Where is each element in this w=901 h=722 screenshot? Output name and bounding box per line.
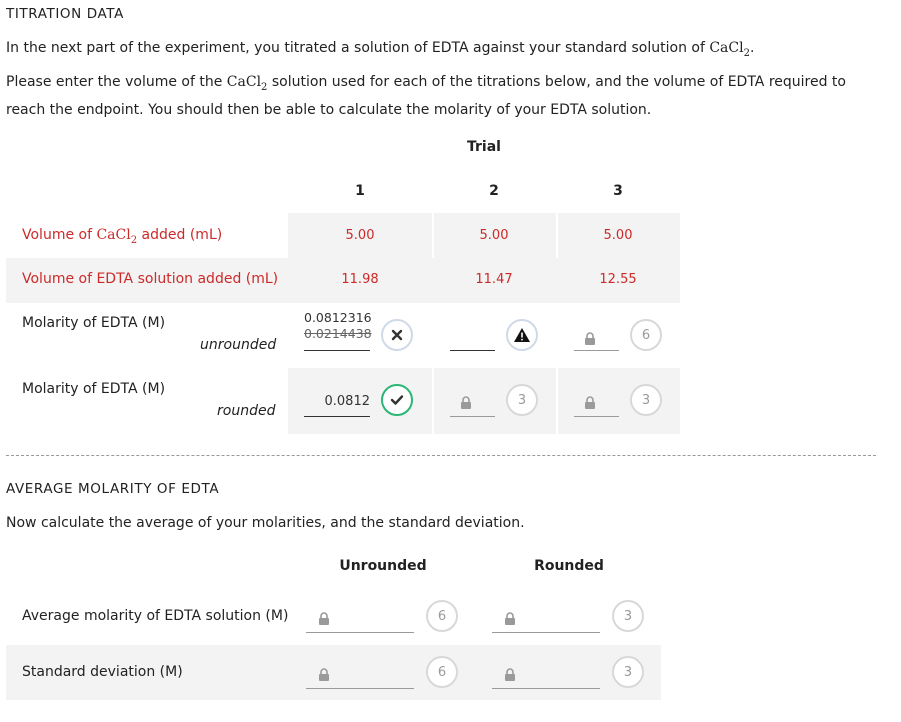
average-intro: Now calculate the average of your molari… (6, 515, 525, 531)
row-label-molarity-rounded: Molarity of EDTA (M) (22, 381, 166, 397)
volume-cacl2-trial-2[interactable]: 5.00 (454, 228, 534, 243)
column-header-rounded: Rounded (534, 558, 604, 574)
attempts-remaining-badge: 3 (612, 600, 644, 632)
lock-icon (319, 668, 329, 681)
row-label-molarity-unrounded: Molarity of EDTA (M) (22, 315, 166, 331)
trial-header: Trial (467, 139, 501, 155)
attempts-remaining-badge: 3 (630, 384, 662, 416)
lock-icon (461, 396, 471, 409)
previous-answer: 0.0214438 (304, 326, 372, 341)
titration-instructions: Please enter the volume of the CaCl2 sol… (6, 74, 846, 118)
volume-edta-trial-2[interactable]: 11.47 (454, 272, 534, 287)
lock-icon (505, 612, 515, 625)
lock-icon (585, 396, 595, 409)
attempts-remaining-badge: 6 (426, 656, 458, 688)
average-unrounded-input (306, 612, 414, 633)
attempts-remaining-badge: 3 (612, 656, 644, 688)
stddev-rounded-input (492, 668, 600, 689)
lock-icon (585, 332, 595, 345)
current-answer: 0.0812316 (304, 310, 372, 325)
sublabel-unrounded: unrounded (200, 337, 277, 353)
lock-icon (319, 612, 329, 625)
cacl2-formula: CaCl2 (709, 40, 750, 59)
correct-check-icon (381, 384, 413, 416)
lock-icon (505, 668, 515, 681)
section-divider (6, 455, 876, 456)
average-rounded-input (492, 612, 600, 633)
current-answer: 0.0812 (324, 394, 371, 409)
attempts-remaining-badge: 6 (426, 600, 458, 632)
volume-edta-trial-1[interactable]: 11.98 (320, 272, 400, 287)
row-label-average-molarity: Average molarity of EDTA solution (M) (22, 608, 289, 624)
section-title-titration: TITRATION DATA (6, 6, 124, 22)
trial-number-1: 1 (355, 183, 365, 199)
molarity-unrounded-trial-1-input[interactable]: 0.0812316 0.0214438 (304, 310, 372, 351)
attempts-remaining-badge: 3 (506, 384, 538, 416)
warning-icon (506, 319, 538, 351)
section-title-average: AVERAGE MOLARITY OF EDTA (6, 481, 220, 497)
volume-cacl2-trial-1[interactable]: 5.00 (320, 228, 400, 243)
molarity-rounded-trial-1-input[interactable]: 0.0812 (304, 392, 370, 417)
row-label-volume-cacl2: Volume of CaCl2 added (mL) (22, 227, 223, 246)
molarity-rounded-trial-3-input (574, 396, 619, 417)
molarity-unrounded-trial-3-input (574, 330, 619, 351)
column-header-unrounded: Unrounded (339, 558, 427, 574)
sublabel-rounded: rounded (217, 403, 276, 419)
volume-cacl2-trial-3[interactable]: 5.00 (578, 228, 658, 243)
row-label-standard-deviation: Standard deviation (M) (22, 664, 183, 680)
titration-intro: In the next part of the experiment, you … (6, 40, 755, 59)
trial-number-3: 3 (613, 183, 623, 199)
row-label-volume-edta: Volume of EDTA solution added (mL) (22, 271, 279, 287)
molarity-unrounded-trial-2-input[interactable] (450, 330, 495, 351)
cacl2-formula: CaCl2 (226, 74, 268, 93)
molarity-rounded-trial-2-input (450, 396, 495, 417)
stddev-unrounded-input (306, 668, 414, 689)
incorrect-icon (381, 319, 413, 351)
volume-edta-trial-3[interactable]: 12.55 (578, 272, 658, 287)
attempts-remaining-badge: 6 (630, 319, 662, 351)
trial-number-2: 2 (489, 183, 499, 199)
